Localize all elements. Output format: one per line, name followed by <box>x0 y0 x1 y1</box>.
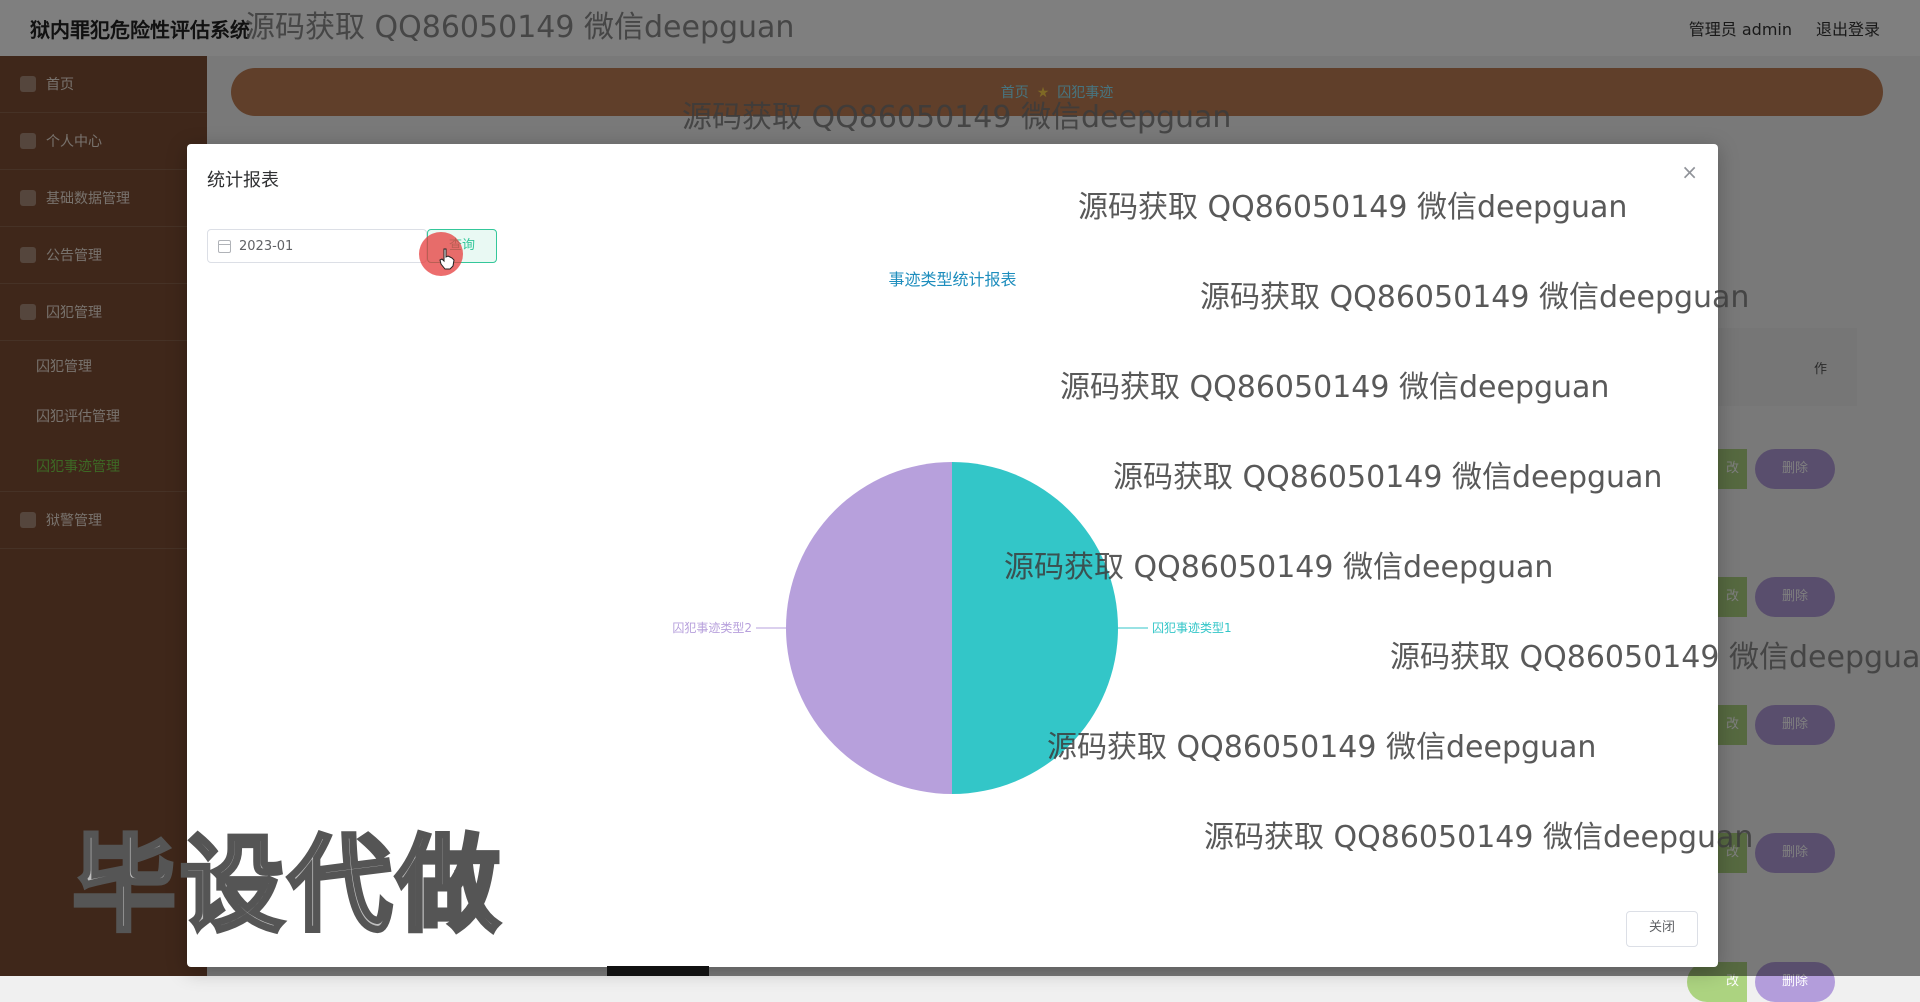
close-button[interactable]: 关闭 <box>1626 911 1698 947</box>
pie-label: 囚犯事迹类型1 <box>1152 621 1232 635</box>
pie-chart: 囚犯事迹类型1 囚犯事迹类型2 <box>672 462 1232 794</box>
bottom-scrollbar[interactable] <box>607 966 709 976</box>
pie-slice <box>786 462 952 794</box>
pie-slice <box>952 462 1118 794</box>
pie-label: 囚犯事迹类型2 <box>672 621 752 635</box>
statistics-modal: 统计报表 × 2023-01 查询 事迹类型统计报表 囚犯事迹类型1 囚犯事迹类型… <box>187 144 1718 967</box>
